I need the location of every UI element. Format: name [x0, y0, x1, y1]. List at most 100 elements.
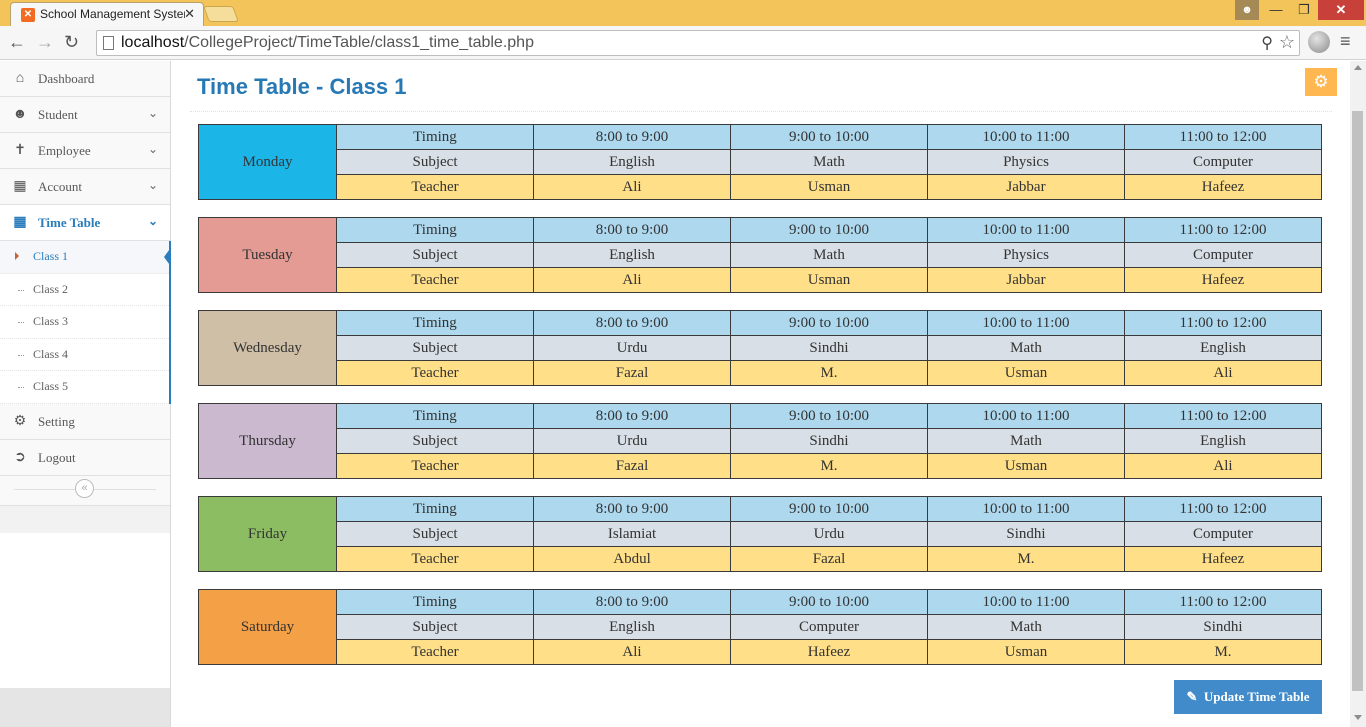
- timetable-saturday: Saturday Timing 8:00 to 9:00 9:00 to 10:00 1…: [198, 589, 1322, 665]
- row-label-subject: Subject: [336, 242, 534, 268]
- timing-cell: 8:00 to 9:00: [533, 496, 731, 522]
- tree-dash: [18, 387, 24, 388]
- timetable-row-teacher: Teacher Ali Usman Jabbar Hafeez: [199, 174, 1322, 200]
- row-label-timing: Timing: [336, 124, 534, 150]
- gear-icon: ⚙: [13, 413, 27, 429]
- teacher-cell: Ali: [1124, 453, 1322, 479]
- submenu-item-label: Class 1: [33, 249, 69, 263]
- submenu-item-class-2[interactable]: Class 2: [0, 274, 169, 306]
- row-label-teacher: Teacher: [336, 639, 534, 665]
- teacher-cell: Hafeez: [730, 639, 928, 665]
- row-label-teacher: Teacher: [336, 267, 534, 293]
- row-label-timing: Timing: [336, 403, 534, 429]
- timetable-row-timing: Tuesday Timing 8:00 to 9:00 9:00 to 10:00 10…: [198, 217, 1322, 293]
- sidebar-item-logout[interactable]: ➲ Logout: [0, 439, 170, 476]
- timing-cell: 10:00 to 11:00: [927, 124, 1125, 150]
- teacher-cell: Ali: [1124, 360, 1322, 386]
- subject-cell: Islamiat: [533, 521, 731, 547]
- day-label: Monday: [198, 124, 337, 200]
- timing-cell: 11:00 to 12:00: [1124, 310, 1322, 336]
- timetable-tuesday: Tuesday Timing 8:00 to 9:00 9:00 to 10:00 10…: [198, 217, 1322, 293]
- subject-cell: Computer: [1124, 242, 1322, 268]
- reload-icon[interactable]: ↻: [64, 32, 79, 52]
- sidebar-item-dashboard[interactable]: ⌂ Dashboard: [0, 61, 170, 97]
- sidebar-item-employee[interactable]: ✝ Employee ⌄: [0, 133, 170, 169]
- teacher-cell: Fazal: [533, 453, 731, 479]
- tab-title: School Management System: [40, 7, 185, 21]
- sidebar-item-time-table[interactable]: ▦ Time Table ⌄: [0, 205, 170, 241]
- teacher-cell: Jabbar: [927, 267, 1125, 293]
- header-divider: [190, 111, 1332, 112]
- teacher-cell: Ali: [533, 267, 731, 293]
- scroll-up-arrow-icon[interactable]: [1354, 65, 1362, 70]
- subject-cell: Computer: [730, 614, 928, 640]
- tab-close-icon[interactable]: ✕: [184, 6, 195, 22]
- main-content: Time Table - Class 1 ⚙ Monday Timing 8:00 …: [171, 61, 1350, 727]
- bookmark-star-icon[interactable]: ☆: [1279, 32, 1295, 53]
- submenu-item-class-1[interactable]: Class 1: [0, 241, 172, 274]
- sidebar-item-account[interactable]: ▦ Account ⌄: [0, 169, 170, 205]
- subject-cell: Sindhi: [730, 428, 928, 454]
- browser-tab[interactable]: ✕ School Management System ✕: [10, 2, 204, 26]
- timetable-row-timing: Saturday Timing 8:00 to 9:00 9:00 to 10:00 1…: [198, 589, 1322, 665]
- timing-cell: 10:00 to 11:00: [927, 310, 1125, 336]
- submenu-item-class-4[interactable]: Class 4: [0, 339, 169, 371]
- extension-globe-icon[interactable]: [1308, 31, 1330, 53]
- row-label-subject: Subject: [336, 521, 534, 547]
- browser-menu-icon[interactable]: ≡: [1340, 32, 1356, 50]
- sidebar-item-setting[interactable]: ⚙ Setting: [0, 403, 170, 440]
- sidebar-item-student[interactable]: ☻ Student ⌄: [0, 97, 170, 133]
- close-window-button[interactable]: ✕: [1318, 0, 1364, 20]
- back-arrow-icon[interactable]: ←: [8, 32, 26, 52]
- subject-cell: Urdu: [533, 335, 731, 361]
- url-text[interactable]: localhost/CollegeProject/TimeTable/class…: [121, 34, 534, 52]
- timetable-row-teacher: Teacher Ali Usman Jabbar Hafeez: [199, 267, 1322, 293]
- day-label: Thursday: [198, 403, 337, 479]
- timing-cell: 11:00 to 12:00: [1124, 496, 1322, 522]
- vertical-scrollbar[interactable]: [1350, 61, 1366, 727]
- row-label-subject: Subject: [336, 149, 534, 175]
- collapse-sidebar-icon[interactable]: «: [75, 478, 94, 498]
- teacher-cell: Fazal: [533, 360, 731, 386]
- submenu-item-class-3[interactable]: Class 3: [0, 306, 169, 339]
- subject-cell: Physics: [927, 149, 1125, 175]
- subject-cell: English: [533, 242, 731, 268]
- subject-cell: Math: [927, 614, 1125, 640]
- sidebar-filler: [0, 533, 170, 688]
- row-label-teacher: Teacher: [336, 453, 534, 479]
- chevron-down-icon: ⌄: [147, 106, 158, 120]
- scroll-thumb[interactable]: [1352, 111, 1363, 691]
- forward-arrow-icon[interactable]: →: [36, 32, 54, 52]
- sidebar-item-label: Employee: [38, 143, 91, 158]
- browser-titlebar: ✕ School Management System ✕ ☻ — ❐ ✕: [0, 0, 1366, 26]
- home-icon: ⌂: [15, 71, 25, 86]
- timetable-row-teacher: Teacher Ali Hafeez Usman M.: [199, 639, 1322, 665]
- new-tab-button[interactable]: [203, 6, 239, 22]
- zoom-icon[interactable]: ⚲: [1261, 33, 1273, 53]
- minimize-button[interactable]: —: [1262, 0, 1290, 20]
- timetable-wednesday: Wednesday Timing 8:00 to 9:00 9:00 to 10:00…: [198, 310, 1322, 386]
- timing-cell: 11:00 to 12:00: [1124, 217, 1322, 243]
- subject-cell: Sindhi: [927, 521, 1125, 547]
- timetable-row-timing: Wednesday Timing 8:00 to 9:00 9:00 to 10:00…: [198, 310, 1322, 386]
- subject-cell: Math: [927, 335, 1125, 361]
- settings-gear-button[interactable]: ⚙: [1305, 68, 1337, 96]
- sidebar: ⌂ Dashboard ☻ Student ⌄ ✝ Employee ⌄ ▦ A…: [0, 61, 172, 727]
- scroll-down-arrow-icon[interactable]: [1354, 715, 1362, 720]
- timing-cell: 10:00 to 11:00: [927, 403, 1125, 429]
- users-icon: ☻: [12, 107, 28, 122]
- subject-cell: Computer: [1124, 149, 1322, 175]
- sidebar-collapse-row: «: [0, 475, 170, 506]
- timing-cell: 8:00 to 9:00: [533, 124, 731, 150]
- sidebar-item-label: Account: [38, 179, 83, 194]
- subject-cell: Math: [730, 242, 928, 268]
- profile-icon[interactable]: ☻: [1235, 0, 1259, 20]
- update-time-table-button[interactable]: ✎ Update Time Table: [1174, 680, 1322, 714]
- maximize-button[interactable]: ❐: [1290, 0, 1318, 20]
- row-label-teacher: Teacher: [336, 360, 534, 386]
- sidebar-item-label: Time Table: [38, 215, 101, 230]
- sidebar-item-label: Dashboard: [38, 71, 95, 86]
- submenu-item-class-5[interactable]: Class 5: [0, 371, 169, 404]
- row-label-subject: Subject: [336, 335, 534, 361]
- address-bar[interactable]: localhost/CollegeProject/TimeTable/class…: [96, 30, 1300, 56]
